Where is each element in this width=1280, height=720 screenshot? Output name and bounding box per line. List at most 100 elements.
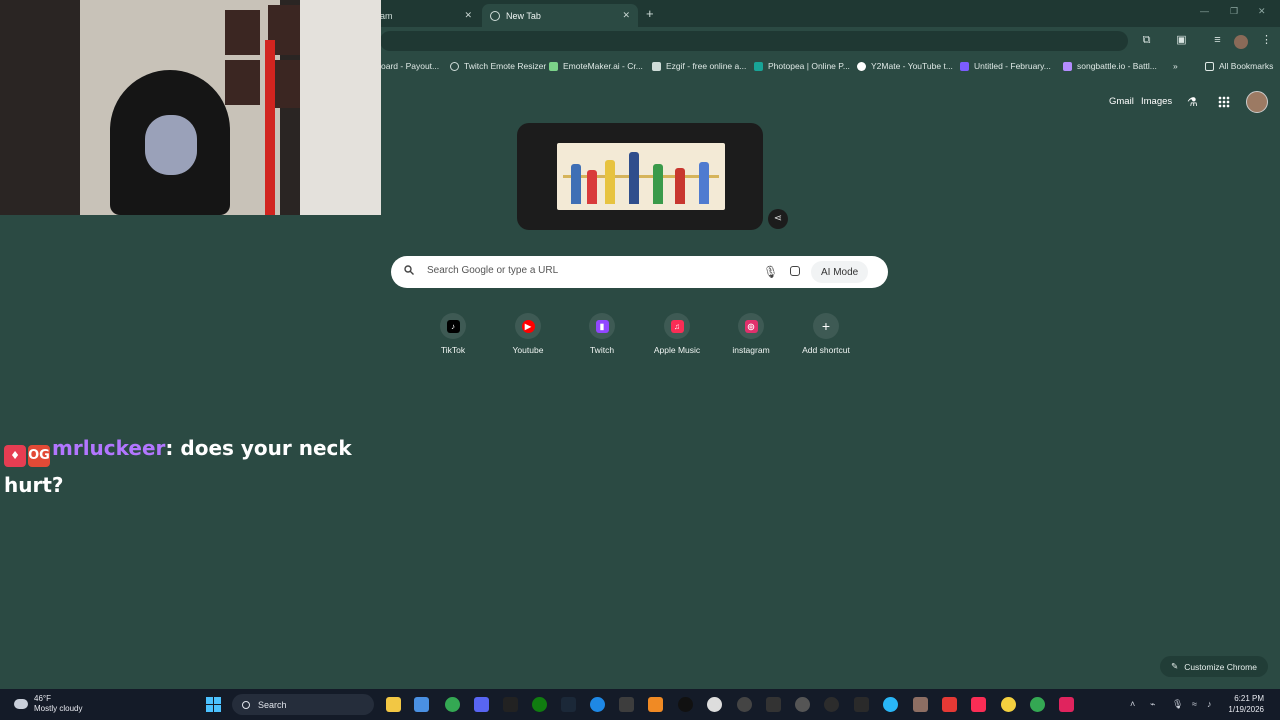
- windows-start-icon[interactable]: [206, 697, 221, 712]
- google-lens-icon[interactable]: [790, 266, 800, 276]
- minecraft-icon[interactable]: [619, 697, 634, 712]
- extensions-icon[interactable]: ⧉: [1140, 34, 1153, 47]
- ai-mode-button[interactable]: AI Mode: [811, 261, 869, 283]
- network-icon[interactable]: ⌁: [1150, 699, 1155, 710]
- app-icon[interactable]: [913, 697, 928, 712]
- doodle-figure: [653, 164, 663, 204]
- taskbar: 46°F Mostly cloudy Search ˄ ⌁ 🎙 ≈ ♪ 6:21…: [0, 689, 1280, 720]
- shortcut-tile: +: [813, 313, 839, 339]
- customize-chrome-button[interactable]: ✎ Customize Chrome: [1160, 656, 1268, 677]
- bookmark-item[interactable]: songbattle.io - Battl...: [1063, 61, 1157, 71]
- microphone-icon[interactable]: 🎙: [763, 265, 778, 279]
- bookmark-item[interactable]: Photopea | Online P...: [754, 61, 850, 71]
- app-icon[interactable]: [737, 697, 752, 712]
- search-icon: [242, 700, 250, 709]
- shortcut-tiktok[interactable]: ♪ TikTok: [418, 313, 488, 355]
- bookmarks-overflow-button[interactable]: »: [1173, 61, 1178, 71]
- bookmark-label: EmoteMaker.ai - Cr...: [563, 61, 643, 71]
- bookmark-label: oard - Payout...: [381, 61, 440, 71]
- chevron-up-icon[interactable]: ˄: [1130, 699, 1135, 709]
- battle-net-icon[interactable]: [590, 697, 605, 712]
- app-icon[interactable]: [824, 697, 839, 712]
- settings-icon[interactable]: [707, 697, 722, 712]
- bookmark-item[interactable]: Y2Mate - YouTube t...: [857, 61, 953, 71]
- chrome-icon[interactable]: [445, 697, 460, 712]
- bookmark-item[interactable]: Twitch Emote Resizer: [450, 61, 546, 71]
- search-input[interactable]: [425, 264, 749, 277]
- discord-icon[interactable]: [474, 697, 489, 712]
- google-doodle-image[interactable]: [557, 143, 725, 210]
- app-icon[interactable]: [648, 697, 663, 712]
- tab-search-icon[interactable]: ▣: [1175, 34, 1188, 47]
- store-icon[interactable]: [414, 697, 429, 712]
- volume-icon[interactable]: ♪: [1207, 699, 1212, 709]
- shortcut-label: Twitch: [589, 345, 615, 355]
- add-shortcut-button[interactable]: + Add shortcut: [791, 313, 861, 355]
- webcam-poster: [225, 60, 260, 105]
- app-icon[interactable]: [942, 697, 957, 712]
- account-avatar[interactable]: [1246, 91, 1268, 113]
- weather-widget[interactable]: 46°F Mostly cloudy: [14, 694, 82, 714]
- apple-music-icon[interactable]: [971, 697, 986, 712]
- window-close-icon[interactable]: ✕: [1258, 6, 1266, 17]
- app-icon[interactable]: [1001, 697, 1016, 712]
- instagram-icon: ◎: [744, 319, 758, 333]
- tab-label: New Tab: [506, 10, 541, 21]
- media-controls-icon[interactable]: ≡: [1211, 34, 1224, 47]
- obs-icon[interactable]: [678, 697, 693, 712]
- shortcut-apple-music[interactable]: ♫ Apple Music: [642, 313, 712, 355]
- app-icon[interactable]: [883, 697, 898, 712]
- share-doodle-button[interactable]: ⋖: [768, 209, 788, 229]
- tab-new-tab[interactable]: New Tab ✕: [482, 4, 638, 27]
- new-tab-button[interactable]: +: [646, 6, 654, 21]
- restore-icon[interactable]: ❐: [1230, 6, 1238, 17]
- twitch-icon: ▮: [595, 319, 609, 333]
- labs-flask-icon[interactable]: ⚗: [1187, 95, 1198, 109]
- share-icon: ⋖: [773, 213, 783, 224]
- bookmark-item[interactable]: EmoteMaker.ai - Cr...: [549, 61, 643, 71]
- chrome-icon[interactable]: [1030, 697, 1045, 712]
- shortcut-tile: ♫: [664, 313, 690, 339]
- address-bar[interactable]: [380, 31, 1128, 51]
- canva-icon: [960, 61, 969, 71]
- close-icon[interactable]: ✕: [464, 10, 472, 21]
- images-link[interactable]: Images: [1141, 96, 1172, 107]
- taskbar-search[interactable]: Search: [232, 694, 374, 715]
- weather-temperature: 46°F: [34, 694, 51, 703]
- gmail-link[interactable]: Gmail: [1109, 96, 1134, 107]
- app-icon[interactable]: [854, 697, 869, 712]
- minimize-icon[interactable]: —: [1200, 6, 1209, 16]
- bookmark-item[interactable]: oard - Payout...: [381, 61, 439, 71]
- xbox-icon[interactable]: [532, 697, 547, 712]
- shortcut-instagram[interactable]: ◎ instagram: [716, 313, 786, 355]
- shortcut-twitch[interactable]: ▮ Twitch: [567, 313, 637, 355]
- shortcut-youtube[interactable]: ▶ Youtube: [493, 313, 563, 355]
- system-clock[interactable]: 6:21 PM 1/19/2026: [1218, 693, 1264, 715]
- app-icon[interactable]: [766, 697, 781, 712]
- emotemaker-icon: [549, 61, 558, 71]
- bookmark-item[interactable]: Untitled - February...: [960, 61, 1051, 71]
- doodle-figure: [605, 160, 615, 204]
- app-icon[interactable]: [795, 697, 810, 712]
- search-box[interactable]: 🎙 AI Mode: [391, 256, 888, 288]
- youtube-icon: ▶: [521, 319, 535, 333]
- file-explorer-icon[interactable]: [386, 697, 401, 712]
- close-icon[interactable]: ✕: [622, 10, 630, 21]
- tiktok-icon[interactable]: [1059, 697, 1074, 712]
- shortcut-tile: ◎: [738, 313, 764, 339]
- all-bookmarks-button[interactable]: All Bookmarks: [1205, 61, 1273, 71]
- customize-label: Customize Chrome: [1184, 661, 1257, 672]
- wifi-icon[interactable]: ≈: [1192, 699, 1197, 709]
- apps-grid-icon[interactable]: [1218, 96, 1230, 108]
- profile-avatar[interactable]: [1234, 35, 1248, 49]
- weather-condition: Mostly cloudy: [34, 704, 83, 713]
- steam-icon[interactable]: [561, 697, 576, 712]
- microphone-icon[interactable]: 🎙: [1172, 699, 1183, 710]
- menu-icon[interactable]: ⋮: [1260, 34, 1273, 47]
- tab-previous[interactable]: am ✕: [380, 4, 480, 27]
- search-icon: [404, 265, 414, 275]
- chat-username: mrluckeer: [52, 436, 166, 460]
- epic-games-icon[interactable]: [503, 697, 518, 712]
- bookmark-item[interactable]: Ezgif - free online a...: [652, 61, 746, 71]
- shortcut-tile: ♪: [440, 313, 466, 339]
